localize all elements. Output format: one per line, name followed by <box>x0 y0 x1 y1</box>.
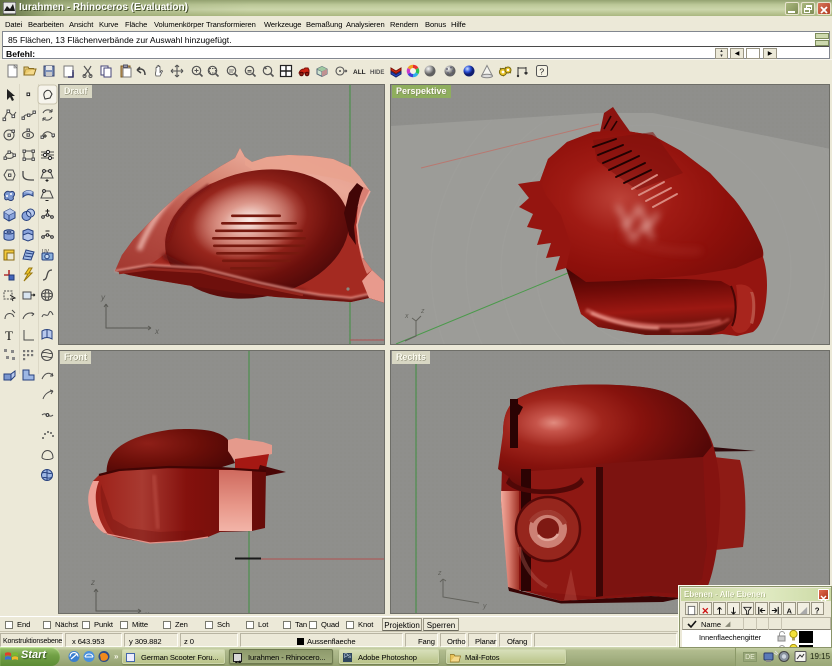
svg-text:A: A <box>787 607 793 616</box>
svg-text:x: x <box>154 327 160 336</box>
svg-text:x: x <box>144 610 150 614</box>
svg-text:y: y <box>482 603 487 610</box>
svg-text:z: z <box>90 578 95 587</box>
svg-text:ALL: ALL <box>353 69 366 76</box>
svg-text:HIDE: HIDE <box>370 70 384 76</box>
svg-text:T: T <box>5 328 13 343</box>
svg-text:»: » <box>114 652 119 661</box>
svg-text:z: z <box>420 308 425 315</box>
svg-text:?: ? <box>539 66 544 76</box>
svg-text:?: ? <box>815 607 820 616</box>
svg-text:y: y <box>100 293 106 302</box>
svg-text:x: x <box>404 313 409 320</box>
svg-text:z: z <box>437 570 442 577</box>
